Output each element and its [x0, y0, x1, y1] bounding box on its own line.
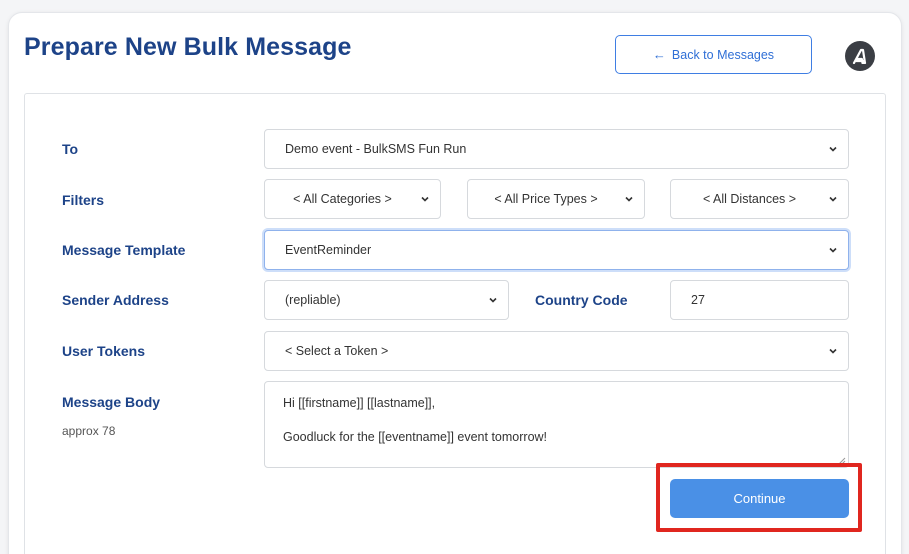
chevron-down-icon [421, 196, 429, 202]
filters-label: Filters [62, 192, 105, 208]
distances-select[interactable]: < All Distances > [670, 179, 849, 219]
categories-select-value: < All Categories > [293, 192, 392, 206]
user-tokens-value: < Select a Token > [285, 344, 389, 358]
chevron-down-icon [489, 297, 497, 303]
message-template-select[interactable]: EventReminder [264, 230, 849, 270]
country-code-value: 27 [691, 293, 705, 307]
to-select[interactable]: Demo event - BulkSMS Fun Run [264, 129, 849, 169]
price-types-select-value: < All Price Types > [494, 192, 598, 206]
user-avatar[interactable] [845, 41, 875, 71]
chevron-down-icon [829, 146, 837, 152]
price-types-select[interactable]: < All Price Types > [467, 179, 645, 219]
highlight-box [656, 463, 862, 532]
chevron-down-icon [829, 247, 837, 253]
categories-select[interactable]: < All Categories > [264, 179, 441, 219]
user-tokens-label: User Tokens [62, 343, 145, 359]
message-body-label: Message Body [62, 394, 161, 410]
sender-address-select[interactable]: (repliable) [264, 280, 509, 320]
to-label: To [62, 141, 79, 157]
chevron-down-icon [829, 348, 837, 354]
message-body-line-2: Goodluck for the [[eventname]] event tom… [283, 430, 548, 444]
back-button-label: Back to Messages [671, 47, 775, 62]
message-body-textarea[interactable]: Hi [[firstname]] [[lastname]], Goodluck … [264, 381, 849, 468]
page-title: Prepare New Bulk Message [24, 33, 352, 61]
message-template-label: Message Template [62, 242, 186, 258]
brand-logo-icon [852, 48, 867, 64]
distances-select-value: < All Distances > [702, 192, 797, 206]
to-select-value: Demo event - BulkSMS Fun Run [285, 142, 467, 156]
country-code-input[interactable]: 27 [670, 280, 849, 320]
back-to-messages-button[interactable]: ← Back to Messages [615, 35, 812, 74]
arrow-left-icon: ← [652, 47, 666, 62]
chevron-down-icon [625, 196, 633, 202]
chevron-down-icon [829, 196, 837, 202]
message-body-line-1: Hi [[firstname]] [[lastname]], [283, 396, 436, 410]
message-template-value: EventReminder [285, 243, 372, 257]
sender-address-value: (repliable) [285, 293, 341, 307]
user-tokens-select[interactable]: < Select a Token > [264, 331, 849, 371]
sender-address-label: Sender Address [62, 292, 169, 308]
character-count: approx 78 [62, 424, 116, 438]
country-code-label: Country Code [535, 292, 628, 308]
